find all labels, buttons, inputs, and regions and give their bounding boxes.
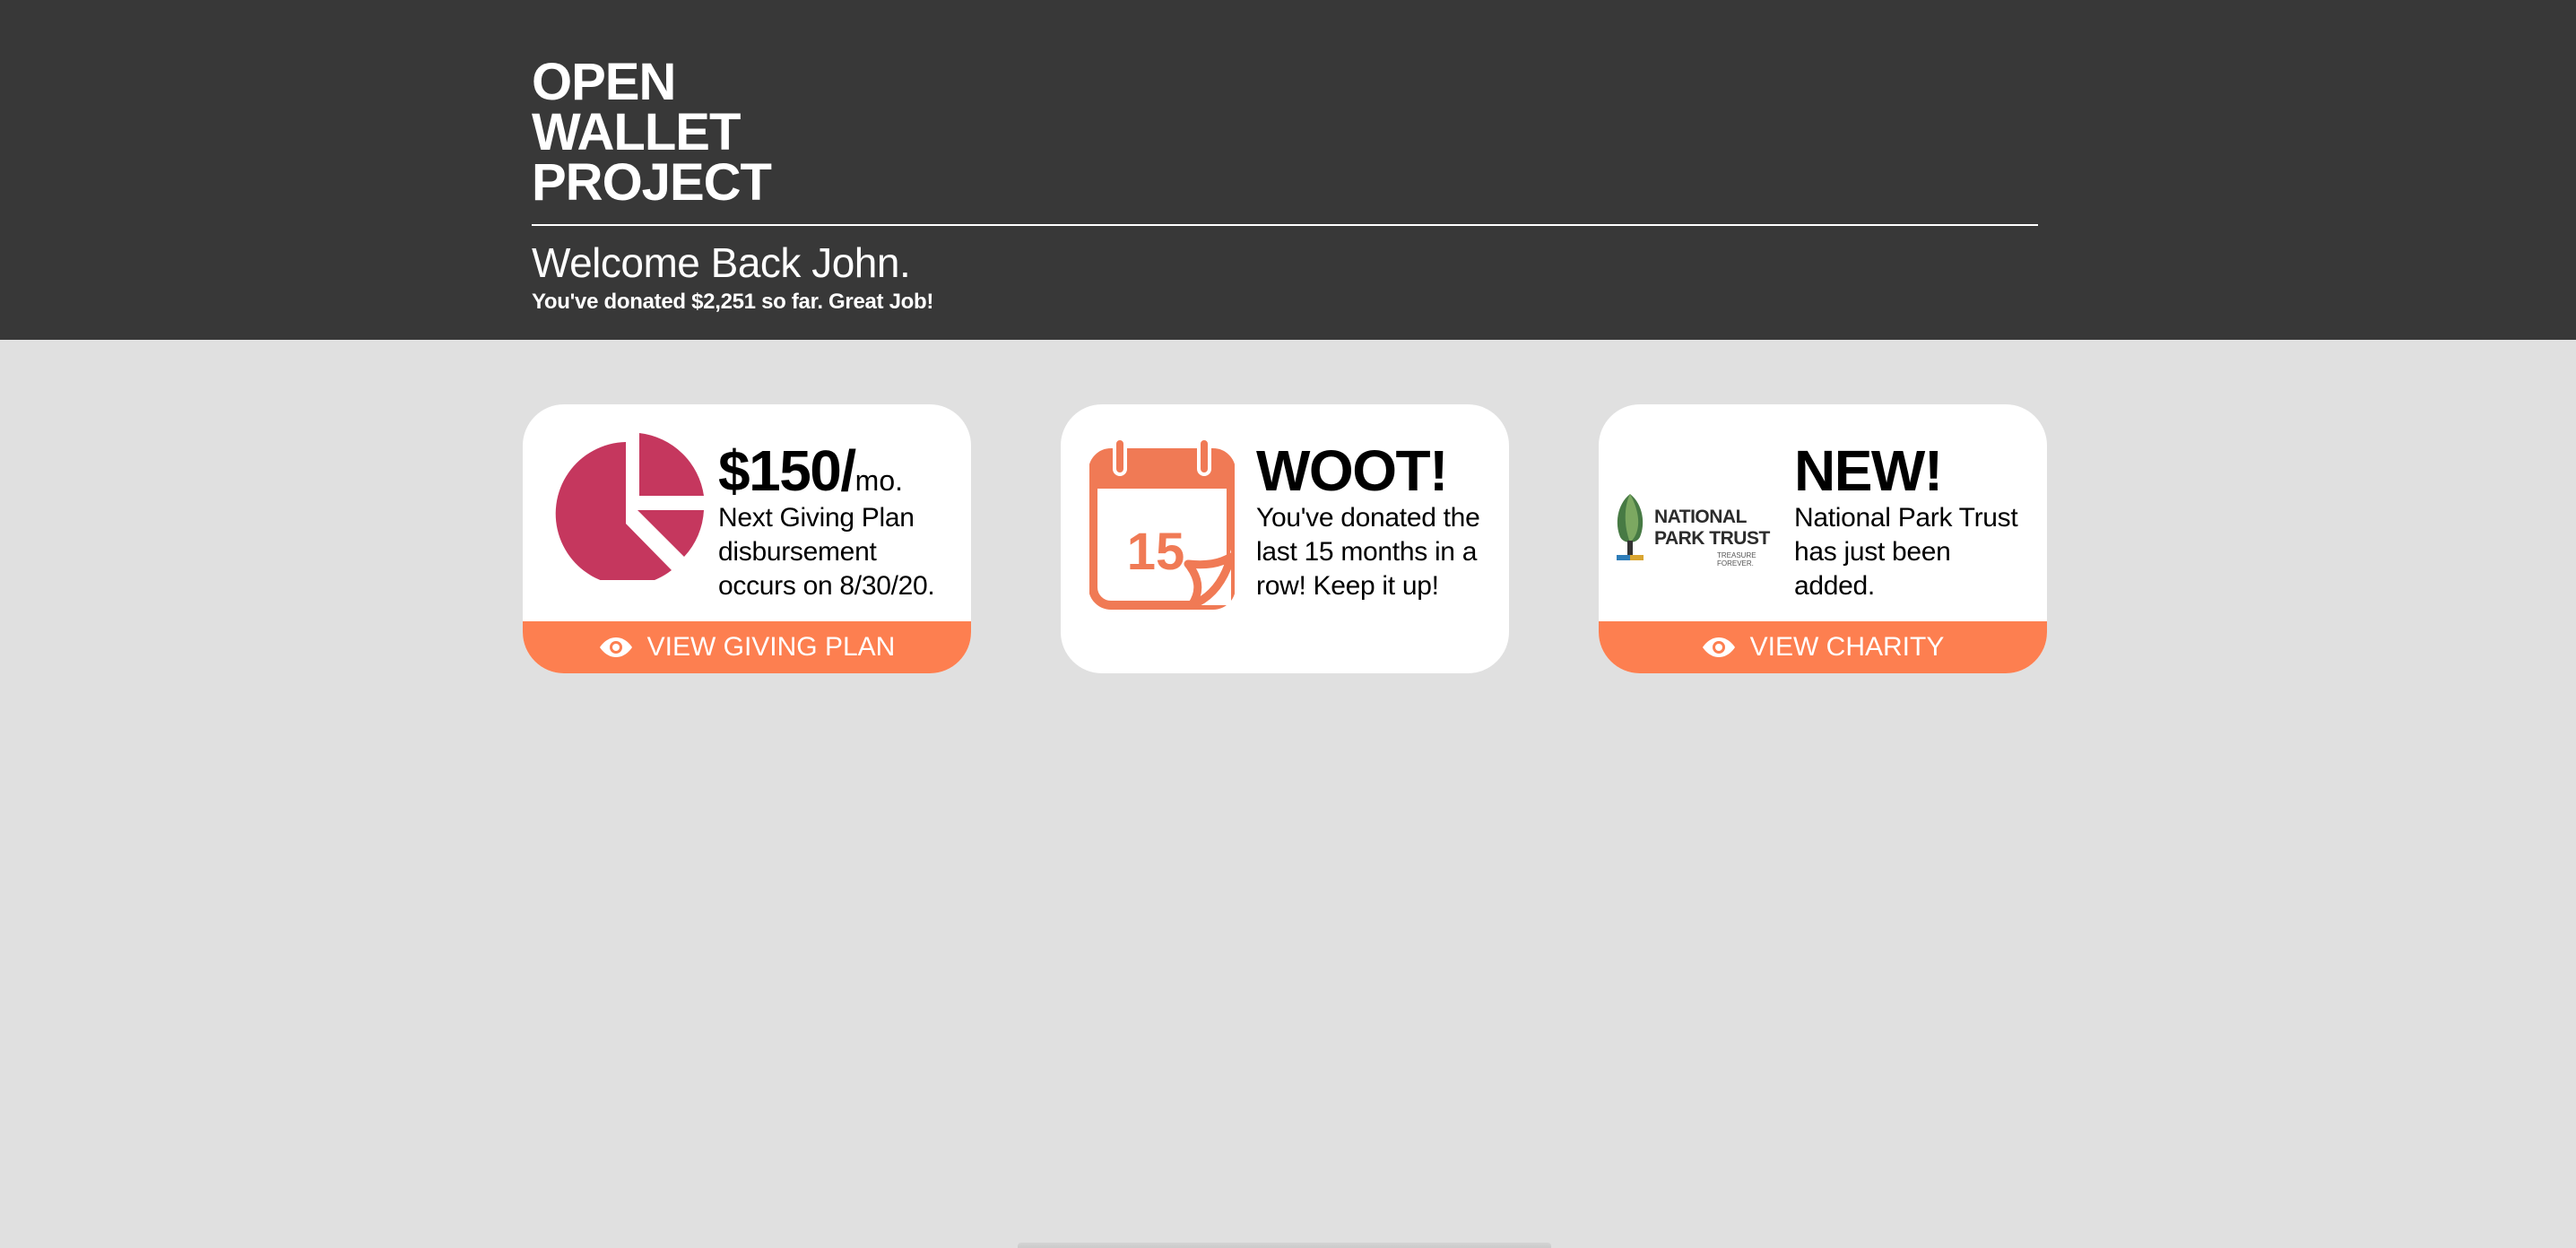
calendar-icon: 15 [1089,438,1235,610]
new-charity-card: NATIONAL PARK TRUST TREASURE FOREVER. NE… [1599,404,2047,673]
brand-logo[interactable]: OPEN WALLET PROJECT [532,53,772,212]
eye-icon [1702,637,1735,657]
bottom-panel-edge [1018,1243,1551,1248]
giving-plan-card: $150/mo. Next Giving Plan disbursement o… [523,404,971,673]
logo-tagline: TREASURE FOREVER. [1717,551,1756,568]
national-park-trust-logo: NATIONAL PARK TRUST TREASURE FOREVER. [1611,492,1791,568]
streak-headline: WOOT! [1256,438,1448,503]
brand-line-3: PROJECT [532,153,772,212]
view-giving-plan-button[interactable]: VIEW GIVING PLAN [523,621,971,673]
giving-amount-suffix: mo. [854,464,903,497]
logo-text-line-1: NATIONAL [1654,507,1747,527]
view-giving-plan-label: VIEW GIVING PLAN [646,632,896,662]
view-charity-label: VIEW CHARITY [1749,632,1945,662]
streak-card: 15 WOOT! You've donated the last 15 mont… [1061,404,1509,673]
pie-chart-icon [555,433,704,580]
streak-description: You've donated the last 15 months in a r… [1256,503,1480,601]
giving-amount-value: $150/ [718,438,856,503]
eye-icon [599,637,632,657]
brand-line-1: OPEN [532,53,676,111]
brand-line-2: WALLET [532,103,741,161]
giving-plan-description: Next Giving Plan disbursement occurs on … [718,503,935,601]
donation-summary: You've donated $2,251 so far. Great Job! [532,290,934,314]
calendar-number: 15 [1127,523,1185,581]
new-charity-description: National Park Trust has just been added. [1794,503,2018,601]
header-divider [532,224,2038,226]
view-charity-button[interactable]: VIEW CHARITY [1599,621,2047,673]
new-charity-headline: NEW! [1794,438,1943,503]
welcome-heading: Welcome Back John. [532,239,911,286]
tree-icon [1617,494,1644,560]
site-header: OPEN WALLET PROJECT Welcome Back John. Y… [0,0,2576,340]
logo-text-line-2: PARK TRUST [1654,528,1770,549]
giving-amount: $150/mo. [718,442,903,509]
